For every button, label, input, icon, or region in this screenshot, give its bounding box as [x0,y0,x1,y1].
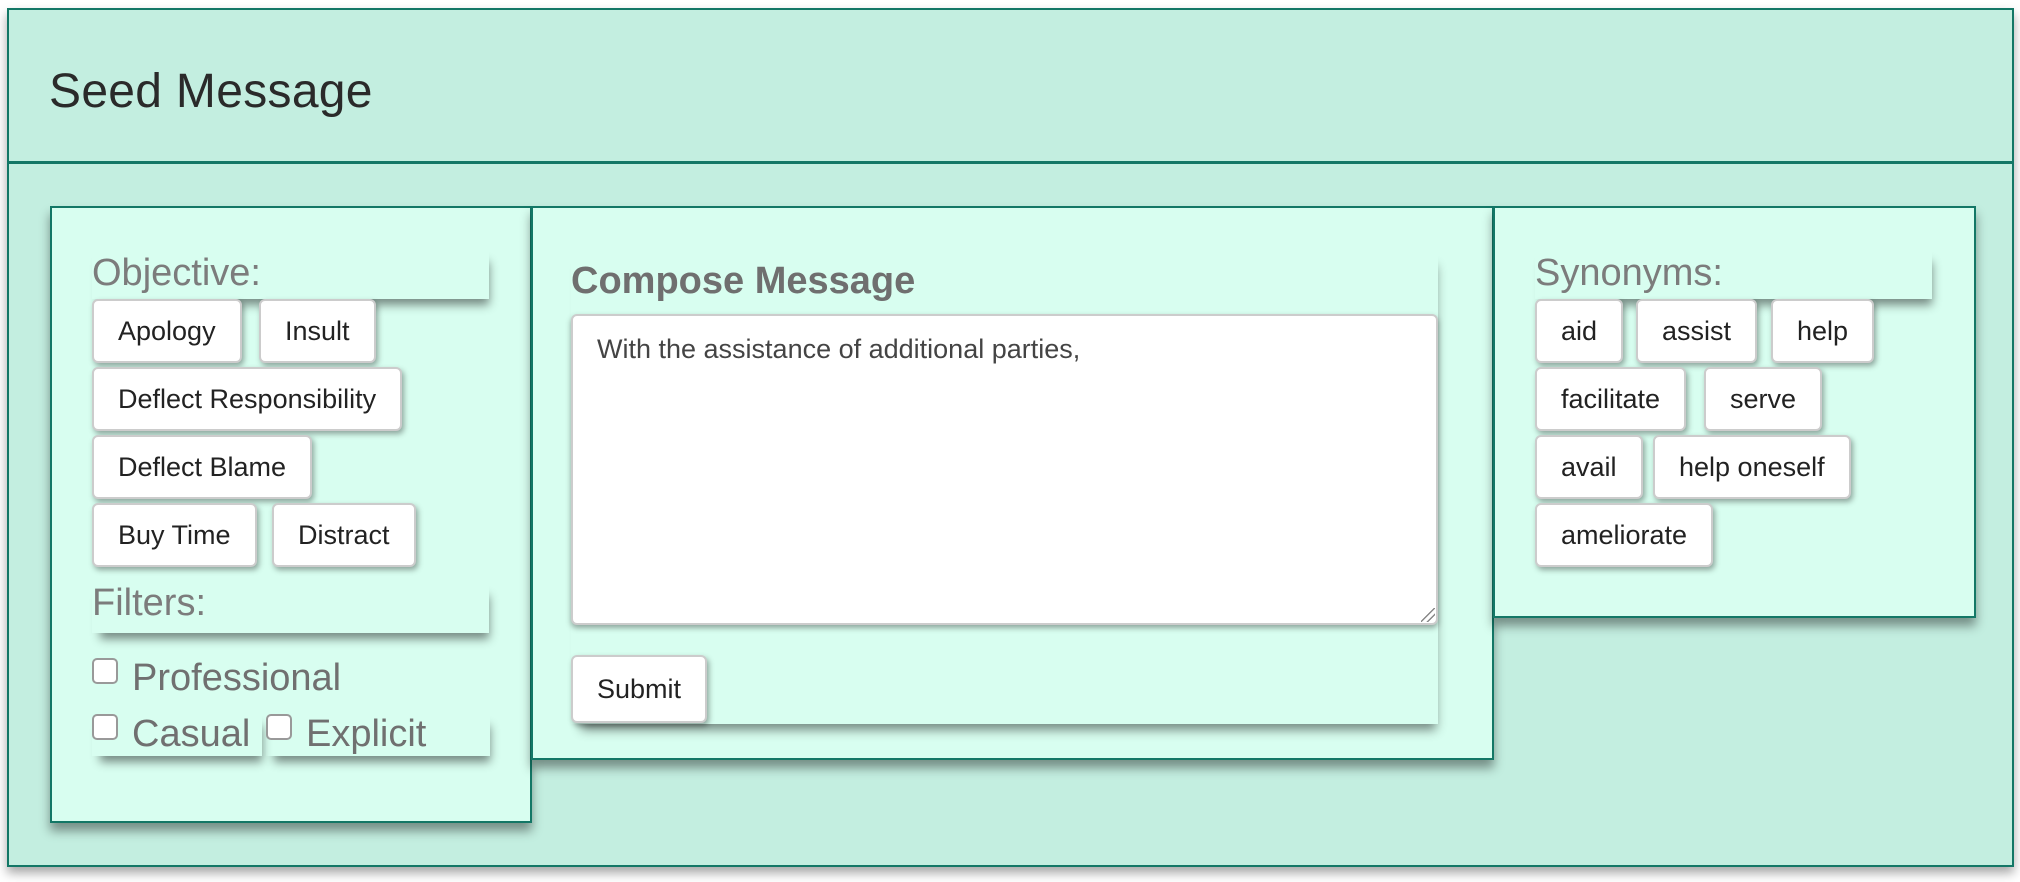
synonym-serve[interactable]: serve [1704,367,1823,431]
synonyms-list: aid assist help facilitate serve avail h… [1535,299,1932,573]
synonym-facilitate[interactable]: facilitate [1535,367,1687,431]
synonym-assist[interactable]: assist [1636,299,1758,363]
page-title: Seed Message [49,65,373,118]
objective-option-deflect-responsibility[interactable]: Deflect Responsibility [92,367,403,431]
objective-label-block: Objective: [92,248,489,299]
objective-option-deflect-blame[interactable]: Deflect Blame [92,435,313,499]
synonym-avail[interactable]: avail [1535,435,1643,499]
objective-options: Apology Insult Deflect Responsibility De… [92,299,489,573]
synonym-aid[interactable]: aid [1535,299,1624,363]
compose-panel: Compose Message With the assistance of a… [531,206,1494,760]
casual-checkbox[interactable] [92,714,118,740]
objective-label: Objective: [92,252,261,294]
header: Seed Message [9,10,2012,164]
professional-checkbox[interactable] [92,658,118,684]
objective-panel: Objective: Apology Insult Deflect Respon… [50,206,532,823]
synonym-help-oneself[interactable]: help oneself [1653,435,1851,499]
resize-handle-icon[interactable] [1421,608,1435,622]
objective-option-buy-time[interactable]: Buy Time [92,503,257,567]
filter-professional[interactable]: Professional [92,656,341,700]
objective-option-apology[interactable]: Apology [92,299,242,363]
professional-label: Professional [132,656,342,699]
casual-label: Casual [132,712,251,755]
synonyms-panel: Synonyms: aid assist help facilitate ser… [1493,206,1976,618]
app-frame: Seed Message Objective: Apology Insult D… [7,8,2014,867]
synonyms-label: Synonyms: [1535,252,1723,294]
explicit-checkbox[interactable] [266,714,292,740]
filter-casual[interactable]: Casual [92,712,262,756]
submit-button[interactable]: Submit [571,655,708,723]
explicit-label: Explicit [306,712,427,755]
filters-label-block: Filters: [92,582,489,633]
objective-option-insult[interactable]: Insult [259,299,376,363]
filters-label: Filters: [92,582,206,624]
synonym-help[interactable]: help [1771,299,1875,363]
objective-option-distract[interactable]: Distract [272,503,416,567]
synonym-ameliorate[interactable]: ameliorate [1535,503,1714,567]
message-textarea[interactable]: With the assistance of additional partie… [571,314,1438,625]
synonyms-label-block: Synonyms: [1535,248,1932,299]
compose-title: Compose Message [571,260,916,302]
filter-explicit[interactable]: Explicit [266,712,490,756]
